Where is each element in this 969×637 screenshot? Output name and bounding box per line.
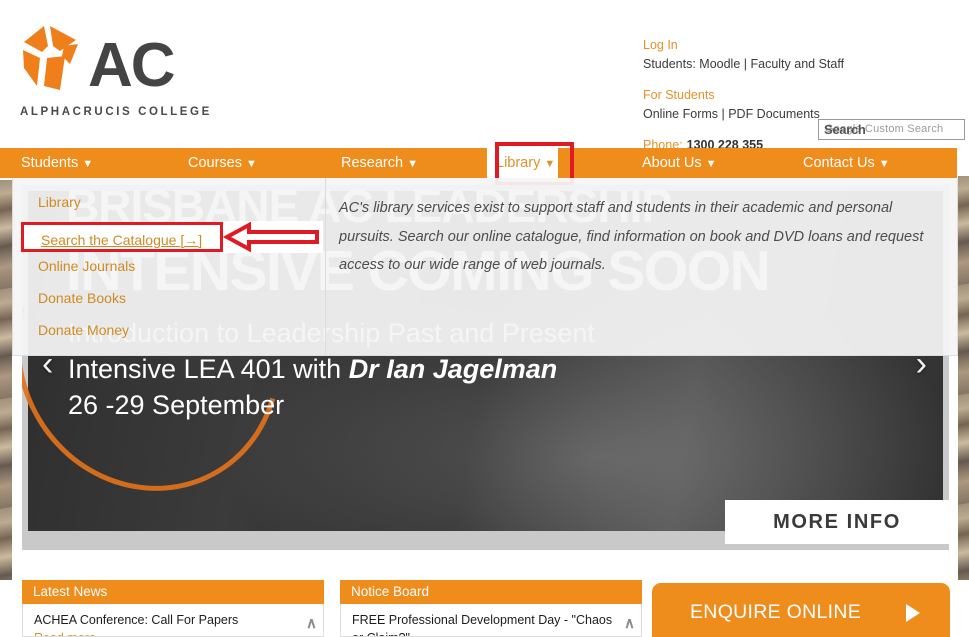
dropdown-item-online-journals[interactable]: Online Journals <box>38 258 135 274</box>
nav-label-contact-us: Contact Us <box>803 155 875 171</box>
play-triangle-icon <box>906 604 920 622</box>
for-students-sublinks[interactable]: Online Forms | PDF Documents <box>643 107 820 121</box>
search-input[interactable]: Google Custom Search Search <box>818 119 965 140</box>
red-pointer-arrow-annotation <box>222 221 323 253</box>
enquire-online-button[interactable]: ENQUIRE ONLINE <box>652 583 950 637</box>
dropdown-item-donate-books[interactable]: Donate Books <box>38 290 126 306</box>
nav-item-courses[interactable]: Courses ▼ <box>179 148 266 178</box>
chevron-down-icon: ▼ <box>705 158 717 170</box>
chevron-down-icon: ▼ <box>878 158 890 170</box>
alphacrucis-cross-icon <box>20 24 82 94</box>
site-logo[interactable]: AC ALPHACRUCIS COLLEGE <box>20 18 220 118</box>
logo-wordmark: AC <box>88 30 176 100</box>
page-container: AC ALPHACRUCIS COLLEGE Log In Students: … <box>0 0 965 637</box>
site-header: AC ALPHACRUCIS COLLEGE Log In Students: … <box>12 0 965 152</box>
nav-label-research: Research <box>341 155 404 171</box>
nav-item-library[interactable]: Library ▼ <box>487 148 558 178</box>
chevron-down-icon: ▼ <box>407 158 418 170</box>
nav-item-students[interactable]: Students ▼ <box>12 148 102 178</box>
right-background-strip <box>957 176 969 580</box>
library-dropdown-panel: Library Search the Catalogue [→] Online … <box>12 178 958 356</box>
notice-board-item-title[interactable]: FREE Professional Development Day - "Cha… <box>352 611 615 629</box>
dropdown-item-library[interactable]: Library <box>38 194 81 210</box>
search-catalogue-highlight-annotation: Search the Catalogue [→] <box>21 222 223 252</box>
main-navigation: Students ▼ Courses ▼ Research ▼ Library ▼ Ab… <box>0 142 957 186</box>
login-sublinks[interactable]: Students: Moodle | Faculty and Staff <box>643 57 844 71</box>
chevron-down-icon: ▼ <box>246 158 257 170</box>
notice-board-item-title-cont[interactable]: or Claim?" <box>352 629 615 636</box>
latest-news-item-title[interactable]: ACHEA Conference: Call For Papers <box>34 611 297 629</box>
nav-item-about-us[interactable]: About Us ▼ <box>633 148 726 178</box>
nav-item-research[interactable]: Research ▼ <box>332 148 427 178</box>
nav-label-courses: Courses <box>188 155 242 171</box>
for-students-link[interactable]: For Students <box>643 86 953 105</box>
latest-news-body: ACHEA Conference: Call For Papers Read m… <box>22 604 324 637</box>
search-catalogue-highlighted-label: Search the Catalogue [→] <box>41 232 203 248</box>
enquire-online-label: ENQUIRE ONLINE <box>690 601 862 623</box>
nav-label-library: Library <box>496 155 541 171</box>
login-link[interactable]: Log In <box>643 36 953 55</box>
nav-label-about-us: About Us <box>642 155 702 171</box>
hero-line-2: Intensive LEA 401 with Dr Ian Jagelman <box>68 354 557 385</box>
notice-board-title: Notice Board <box>340 580 642 604</box>
logo-subtitle: ALPHACRUCIS COLLEGE <box>20 106 212 118</box>
chevron-down-icon: ▼ <box>544 158 556 170</box>
nav-item-contact-us[interactable]: Contact Us ▼ <box>794 148 899 178</box>
hero-line-2-prefix: Intensive LEA 401 with <box>68 354 349 384</box>
notice-board-panel: Notice Board FREE Professional Developme… <box>340 580 642 637</box>
search-value: Search <box>824 122 866 137</box>
latest-news-scroll-up-icon[interactable]: ∧ <box>306 613 317 635</box>
notice-board-body: FREE Professional Development Day - "Cha… <box>340 604 642 637</box>
nav-label-students: Students <box>21 155 79 171</box>
chevron-down-icon: ▼ <box>82 158 94 170</box>
hero-line-2-emphasis: Dr Ian Jagelman <box>348 354 558 384</box>
dropdown-item-donate-money[interactable]: Donate Money <box>38 322 129 338</box>
left-background-strip <box>0 180 12 580</box>
hero-line-3: 26 -29 September <box>68 390 285 420</box>
library-dropdown-list: Library Search the Catalogue [→] Online … <box>13 178 326 356</box>
notice-board-scroll-up-icon[interactable]: ∧ <box>624 613 635 635</box>
latest-news-title: Latest News <box>22 580 324 604</box>
library-description-text: AC's library services exist to support s… <box>339 200 924 274</box>
latest-news-read-more-link[interactable]: Read more <box>34 629 297 636</box>
latest-news-panel: Latest News ACHEA Conference: Call For P… <box>22 580 324 637</box>
more-info-button[interactable]: MORE INFO <box>725 500 949 544</box>
